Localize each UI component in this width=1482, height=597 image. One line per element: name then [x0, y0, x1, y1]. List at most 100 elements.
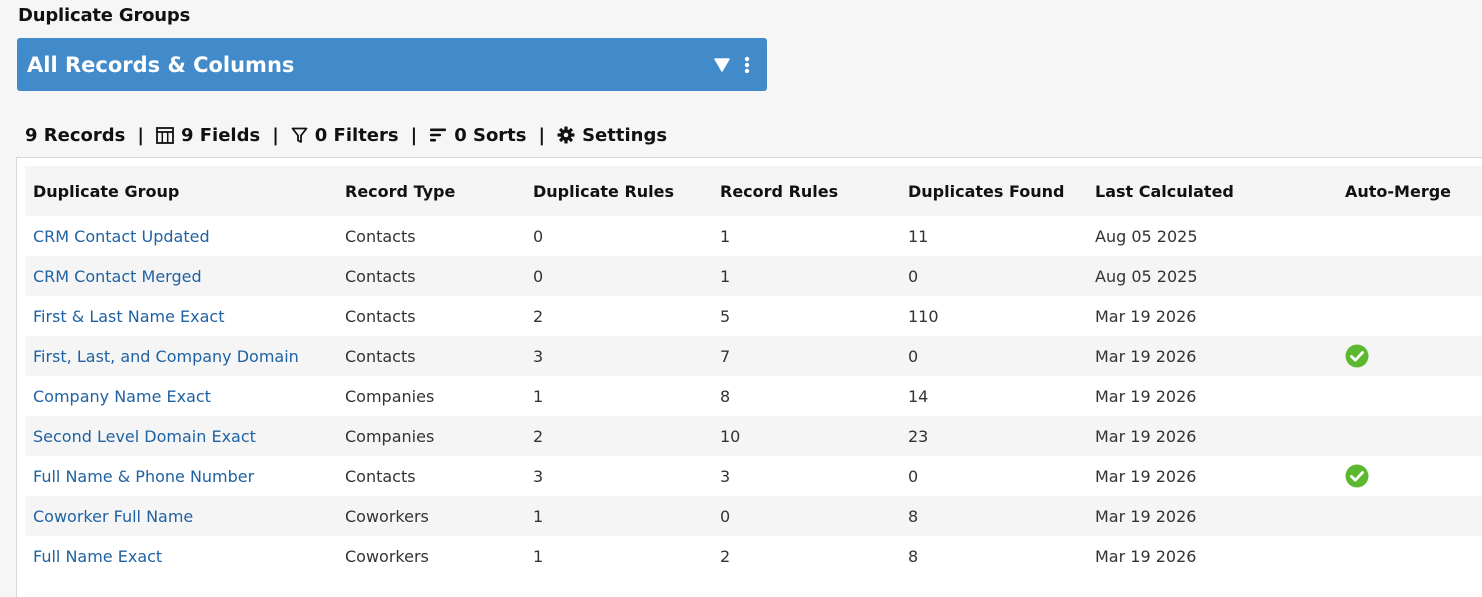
- last-calculated-cell: Mar 19 2026: [1087, 456, 1337, 496]
- duplicates-found-cell: 8: [900, 536, 1087, 576]
- last-calculated-cell: Mar 19 2026: [1087, 536, 1337, 576]
- column-header-duplicate-rules[interactable]: Duplicate Rules: [525, 166, 712, 216]
- check-circle-icon: [1345, 464, 1369, 488]
- column-header-auto-merge[interactable]: Auto-Merge: [1337, 166, 1482, 216]
- table-toolbar: 9 Records | 9 Fields | 0 Filters | 0 Sor…: [25, 123, 667, 147]
- table-row[interactable]: Full Name Exact Coworkers 1 2 8 Mar 19 2026: [25, 536, 1482, 576]
- settings-button[interactable]: Settings: [557, 125, 667, 146]
- toolbar-separator: |: [137, 124, 144, 146]
- duplicate-group-link[interactable]: Full Name Exact: [33, 547, 162, 566]
- toolbar-separator: |: [410, 124, 418, 146]
- toolbar-separator: |: [538, 124, 546, 146]
- fields-label: 9 Fields: [180, 124, 261, 146]
- table-row[interactable]: CRM Contact Merged Contacts 0 1 0 Aug 05 2025: [25, 256, 1482, 296]
- duplicate-groups-table: Duplicate Group Record Type Duplicate Ru…: [25, 166, 1482, 576]
- record-rules-cell: 8: [712, 376, 900, 416]
- duplicate-group-link[interactable]: First & Last Name Exact: [33, 307, 224, 326]
- record-rules-cell: 1: [712, 256, 900, 296]
- table-row[interactable]: Full Name & Phone Number Contacts 3 3 0 Mar 1…: [25, 456, 1482, 496]
- duplicate-rules-cell: 3: [525, 456, 712, 496]
- auto-merge-cell: [1337, 296, 1482, 336]
- kebab-menu-icon[interactable]: [737, 53, 757, 77]
- auto-merge-cell: [1337, 336, 1482, 376]
- record-rules-cell: 3: [712, 456, 900, 496]
- records-count: 9 Records: [25, 125, 125, 146]
- view-title[interactable]: All Records & Columns: [27, 53, 712, 77]
- column-header-last-calculated[interactable]: Last Calculated: [1087, 166, 1337, 216]
- duplicates-found-cell: 0: [900, 456, 1087, 496]
- last-calculated-cell: Mar 19 2026: [1087, 296, 1337, 336]
- settings-label: Settings: [582, 124, 668, 146]
- record-rules-cell: 0: [712, 496, 900, 536]
- duplicates-found-cell: 0: [900, 256, 1087, 296]
- record-rules-cell: 7: [712, 336, 900, 376]
- auto-merge-cell: [1337, 416, 1482, 456]
- duplicates-found-cell: 23: [900, 416, 1087, 456]
- column-header-duplicates-found[interactable]: Duplicates Found: [900, 166, 1087, 216]
- table-row[interactable]: First, Last, and Company Domain Contacts 3…: [25, 336, 1482, 376]
- duplicate-group-link[interactable]: First, Last, and Company Domain: [33, 347, 299, 366]
- duplicate-group-link[interactable]: CRM Contact Updated: [33, 227, 210, 246]
- column-header-record-rules[interactable]: Record Rules: [712, 166, 900, 216]
- duplicate-group-cell: Full Name Exact: [25, 536, 337, 576]
- page-title: Duplicate Groups: [18, 5, 191, 26]
- table-row[interactable]: Coworker Full Name Coworkers 1 0 8 Mar 19 202…: [25, 496, 1482, 536]
- duplicates-found-cell: 11: [900, 216, 1087, 256]
- filter-triangle-icon[interactable]: [712, 53, 732, 77]
- view-selector-bar[interactable]: All Records & Columns: [17, 38, 767, 91]
- column-header-record-type[interactable]: Record Type: [337, 166, 525, 216]
- duplicate-group-cell: First & Last Name Exact: [25, 296, 337, 336]
- record-type-cell: Contacts: [337, 336, 525, 376]
- duplicate-group-link[interactable]: CRM Contact Merged: [33, 267, 202, 286]
- duplicate-group-link[interactable]: Company Name Exact: [33, 387, 211, 406]
- check-circle-icon: [1345, 344, 1369, 368]
- last-calculated-cell: Mar 19 2026: [1087, 376, 1337, 416]
- records-count-label: 9 Records: [25, 124, 126, 146]
- column-header-duplicate-group[interactable]: Duplicate Group: [25, 166, 337, 216]
- duplicate-group-cell: CRM Contact Updated: [25, 216, 337, 256]
- duplicates-found-cell: 110: [900, 296, 1087, 336]
- table-row[interactable]: Second Level Domain Exact Companies 2 10 23 M…: [25, 416, 1482, 456]
- record-rules-cell: 2: [712, 536, 900, 576]
- auto-merge-cell: [1337, 216, 1482, 256]
- filters-button[interactable]: 0 Filters: [291, 125, 399, 146]
- gear-icon: [557, 126, 575, 144]
- last-calculated-cell: Aug 05 2025: [1087, 216, 1337, 256]
- duplicate-rules-cell: 1: [525, 376, 712, 416]
- auto-merge-cell: [1337, 496, 1482, 536]
- auto-merge-cell: [1337, 256, 1482, 296]
- last-calculated-cell: Mar 19 2026: [1087, 336, 1337, 376]
- toolbar-separator: |: [272, 124, 279, 146]
- record-rules-cell: 5: [712, 296, 900, 336]
- table-row[interactable]: CRM Contact Updated Contacts 0 1 11 Aug 05 20…: [25, 216, 1482, 256]
- duplicate-group-cell: CRM Contact Merged: [25, 256, 337, 296]
- duplicates-found-cell: 0: [900, 336, 1087, 376]
- duplicate-group-cell: Second Level Domain Exact: [25, 416, 337, 456]
- duplicate-rules-cell: 1: [525, 536, 712, 576]
- duplicates-found-cell: 8: [900, 496, 1087, 536]
- sort-lines-icon: [430, 128, 447, 142]
- duplicate-rules-cell: 0: [525, 216, 712, 256]
- table-row[interactable]: First & Last Name Exact Contacts 2 5 110 Mar …: [25, 296, 1482, 336]
- record-type-cell: Contacts: [337, 296, 525, 336]
- table-row[interactable]: Company Name Exact Companies 1 8 14 Mar 19 20…: [25, 376, 1482, 416]
- fields-button[interactable]: 9 Fields: [156, 125, 260, 146]
- auto-merge-cell: [1337, 376, 1482, 416]
- auto-merge-cell: [1337, 536, 1482, 576]
- duplicate-rules-cell: 3: [525, 336, 712, 376]
- record-type-cell: Contacts: [337, 256, 525, 296]
- duplicate-group-cell: Company Name Exact: [25, 376, 337, 416]
- duplicate-group-cell: First, Last, and Company Domain: [25, 336, 337, 376]
- table-columns-icon: [156, 126, 174, 144]
- duplicate-group-link[interactable]: Coworker Full Name: [33, 507, 193, 526]
- duplicate-groups-table-container: Duplicate Group Record Type Duplicate Ru…: [16, 157, 1482, 597]
- duplicate-group-link[interactable]: Full Name & Phone Number: [33, 467, 254, 486]
- duplicate-group-cell: Coworker Full Name: [25, 496, 337, 536]
- duplicate-rules-cell: 2: [525, 416, 712, 456]
- sorts-button[interactable]: 0 Sorts: [429, 125, 527, 146]
- record-type-cell: Contacts: [337, 216, 525, 256]
- duplicate-group-link[interactable]: Second Level Domain Exact: [33, 427, 256, 446]
- duplicate-group-cell: Full Name & Phone Number: [25, 456, 337, 496]
- last-calculated-cell: Mar 19 2026: [1087, 496, 1337, 536]
- duplicates-found-cell: 14: [900, 376, 1087, 416]
